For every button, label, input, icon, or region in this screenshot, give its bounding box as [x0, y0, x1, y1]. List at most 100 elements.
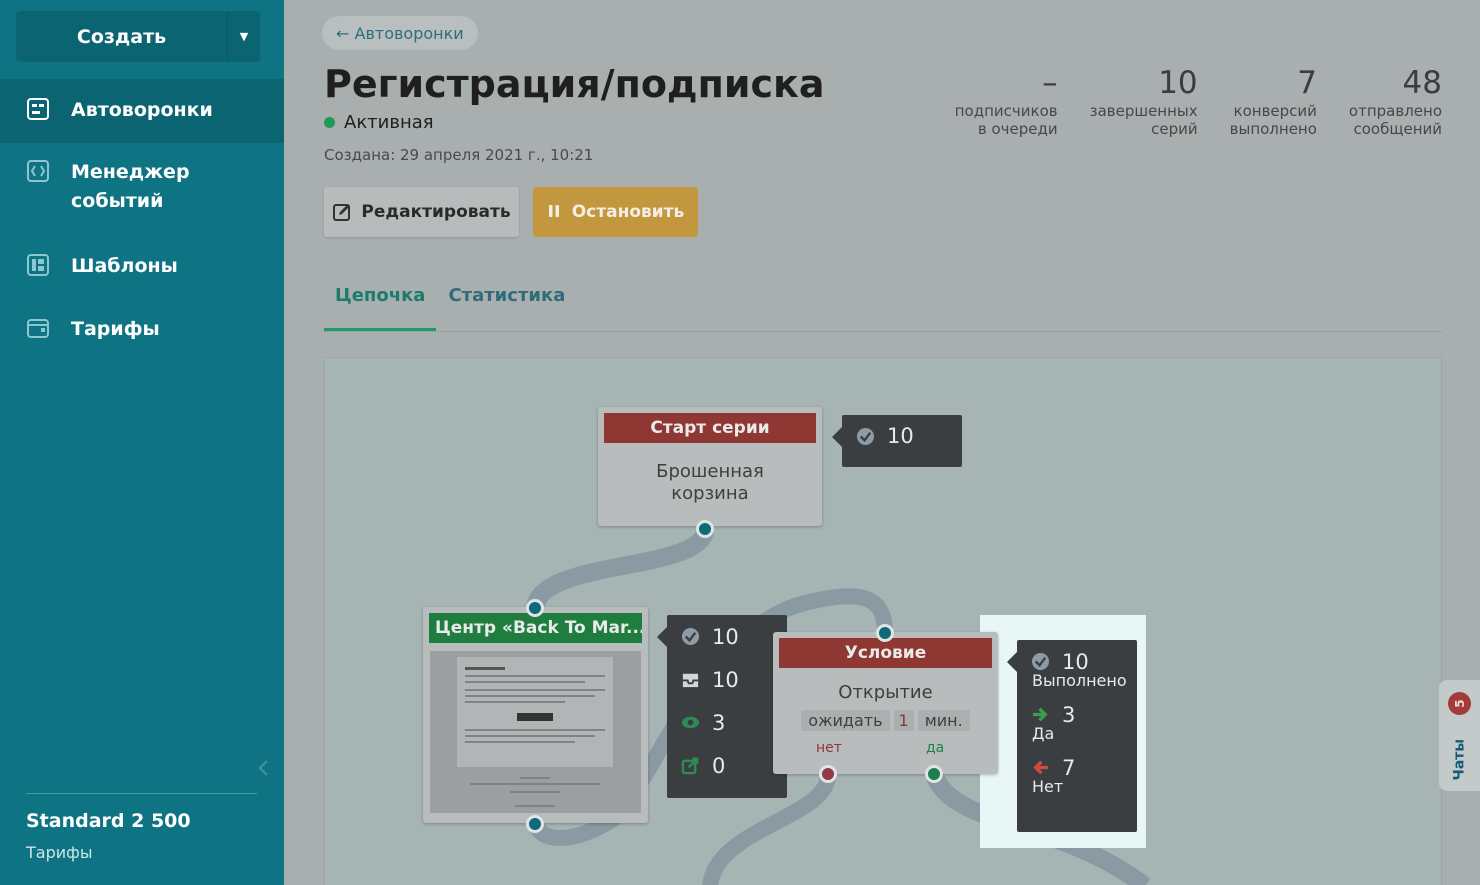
- status-dot-icon: [324, 117, 335, 128]
- condition-yes-label: Да: [1032, 724, 1055, 743]
- email-node-stats: 10 10 3 0: [657, 615, 787, 798]
- condition-node-header: Условие: [779, 638, 992, 668]
- sidebar-item-label: Менеджер событий: [71, 161, 190, 212]
- wait-value: 1: [893, 710, 914, 731]
- plan-name: Standard 2 500: [26, 810, 191, 832]
- check-circle-icon: [1031, 652, 1050, 671]
- stat-queue: – подписчиков в очереди: [955, 64, 1058, 138]
- collapse-sidebar-icon[interactable]: [254, 756, 274, 780]
- sidebar-item-label: Шаблоны: [71, 255, 178, 277]
- sidebar-divider: [26, 793, 257, 794]
- stat-label: отправлено сообщений: [1348, 102, 1442, 138]
- plan-tariffs-link[interactable]: Тарифы: [26, 843, 92, 862]
- done-count: 10: [887, 424, 914, 448]
- sidebar-item-label: Автоворонки: [71, 99, 213, 121]
- stat-value: –: [1042, 65, 1058, 101]
- funnel-stats: – подписчиков в очереди 10 завершенных с…: [955, 64, 1442, 138]
- arrow-left-icon: [1033, 760, 1049, 775]
- email-node-in-port[interactable]: [526, 599, 544, 617]
- sidebar-item-tariffs[interactable]: Тарифы: [0, 315, 284, 345]
- stat-label: подписчиков в очереди: [954, 102, 1058, 138]
- pause-icon: [548, 205, 559, 217]
- yes-branch-label: да: [926, 740, 945, 756]
- condition-node-stats: 10 Выполнено 3 Да 7 Нет: [1007, 640, 1137, 832]
- sidebar: Создать ▼ Автоворонки Менеджер событий Ш…: [0, 0, 284, 885]
- clicked-count: 0: [712, 753, 726, 778]
- stop-button-label: Остановить: [571, 202, 685, 222]
- start-node-header: Старт серии: [604, 413, 816, 443]
- stop-button[interactable]: Остановить: [533, 187, 698, 237]
- condition-done-count: 10: [1062, 649, 1089, 674]
- sidebar-item-event-manager[interactable]: Менеджер событий: [0, 158, 284, 224]
- create-dropdown-toggle[interactable]: ▼: [227, 11, 260, 62]
- condition-node-body: Открытие: [838, 682, 933, 703]
- stat-conversions: 7 конверсий выполнено: [1230, 64, 1317, 138]
- wait-unit: мин.: [917, 710, 970, 731]
- inbox-icon: [682, 673, 699, 688]
- opened-row: 3: [667, 701, 787, 744]
- status-text: Активная: [344, 112, 434, 133]
- flow-canvas[interactable]: Старт серии Брошенная корзина 10 Центр «…: [324, 357, 1442, 885]
- status-badge: Активная: [324, 112, 434, 133]
- chats-unread-badge: 5: [1448, 692, 1471, 715]
- no-branch-label: нет: [816, 740, 842, 756]
- condition-node[interactable]: Условие Открытие ожидать 1 мин. нет да: [773, 632, 998, 774]
- stat-value: 10: [1158, 65, 1198, 101]
- email-node-out-port[interactable]: [526, 815, 544, 833]
- events-icon: [27, 160, 49, 182]
- condition-no-count: 7: [1062, 755, 1076, 780]
- check-circle-icon: [856, 427, 875, 445]
- caret-down-icon: ▼: [239, 30, 249, 43]
- email-preview: [430, 651, 641, 813]
- arrow-right-icon: [1032, 707, 1048, 722]
- condition-done-label: Выполнено: [1032, 671, 1127, 690]
- stat-value: 7: [1297, 65, 1317, 101]
- condition-no-label: Нет: [1032, 777, 1064, 796]
- sidebar-item-label: Тарифы: [71, 318, 160, 340]
- start-node-body: Брошенная корзина: [656, 461, 764, 504]
- email-preview-body: [457, 657, 613, 767]
- condition-yes-port[interactable]: [925, 765, 943, 783]
- tab-statistics[interactable]: Статистика: [436, 280, 576, 331]
- condition-yes-count: 3: [1062, 702, 1076, 727]
- condition-no-port[interactable]: [819, 765, 837, 783]
- create-button[interactable]: Создать: [16, 11, 227, 62]
- stat-sent: 48 отправлено сообщений: [1349, 64, 1442, 138]
- tabs: Цепочка Статистика: [324, 280, 1442, 332]
- funnel-icon: [27, 98, 49, 120]
- delivered-count: 10: [712, 667, 739, 692]
- stat-label: завершенных серий: [1089, 102, 1198, 138]
- chats-widget[interactable]: 5 Чаты: [1439, 680, 1480, 791]
- condition-node-in-port[interactable]: [876, 624, 894, 642]
- sidebar-item-templates[interactable]: Шаблоны: [0, 252, 284, 282]
- opened-count: 3: [712, 710, 726, 735]
- stat-value: 48: [1402, 65, 1442, 101]
- page-title: Регистрация/подписка: [324, 62, 825, 106]
- start-node-out-port[interactable]: [696, 520, 714, 538]
- external-link-icon: [681, 757, 699, 775]
- start-node[interactable]: Старт серии Брошенная корзина: [598, 407, 822, 526]
- start-node-stats: 10: [832, 415, 962, 467]
- email-node[interactable]: Центр «Back To Mar...: [423, 607, 648, 823]
- back-to-funnels-link[interactable]: ← Автоворонки: [322, 16, 478, 50]
- edit-icon: [333, 204, 351, 221]
- clicked-row: 0: [667, 744, 787, 787]
- email-node-header: Центр «Back To Mar...: [429, 613, 642, 643]
- edit-button[interactable]: Редактировать: [324, 187, 519, 237]
- sidebar-item-funnels[interactable]: Автоворонки: [0, 79, 284, 143]
- stat-completed: 10 завершенных серий: [1090, 64, 1198, 138]
- create-button-group: Создать ▼: [16, 11, 260, 62]
- tab-chain[interactable]: Цепочка: [324, 280, 437, 331]
- eye-icon: [681, 716, 700, 729]
- wait-label: ожидать: [801, 710, 890, 731]
- edit-button-label: Редактировать: [361, 202, 511, 222]
- done-row: 10: [842, 415, 962, 457]
- created-date: Создана: 29 апреля 2021 г., 10:21: [324, 146, 594, 164]
- condition-wait: ожидать 1 мин.: [773, 710, 998, 731]
- sent-count: 10: [712, 624, 739, 649]
- chats-label: Чаты: [1451, 738, 1468, 781]
- delivered-row: 10: [667, 658, 787, 701]
- templates-icon: [27, 254, 49, 276]
- check-circle-icon: [681, 627, 700, 646]
- wallet-icon: [27, 319, 49, 338]
